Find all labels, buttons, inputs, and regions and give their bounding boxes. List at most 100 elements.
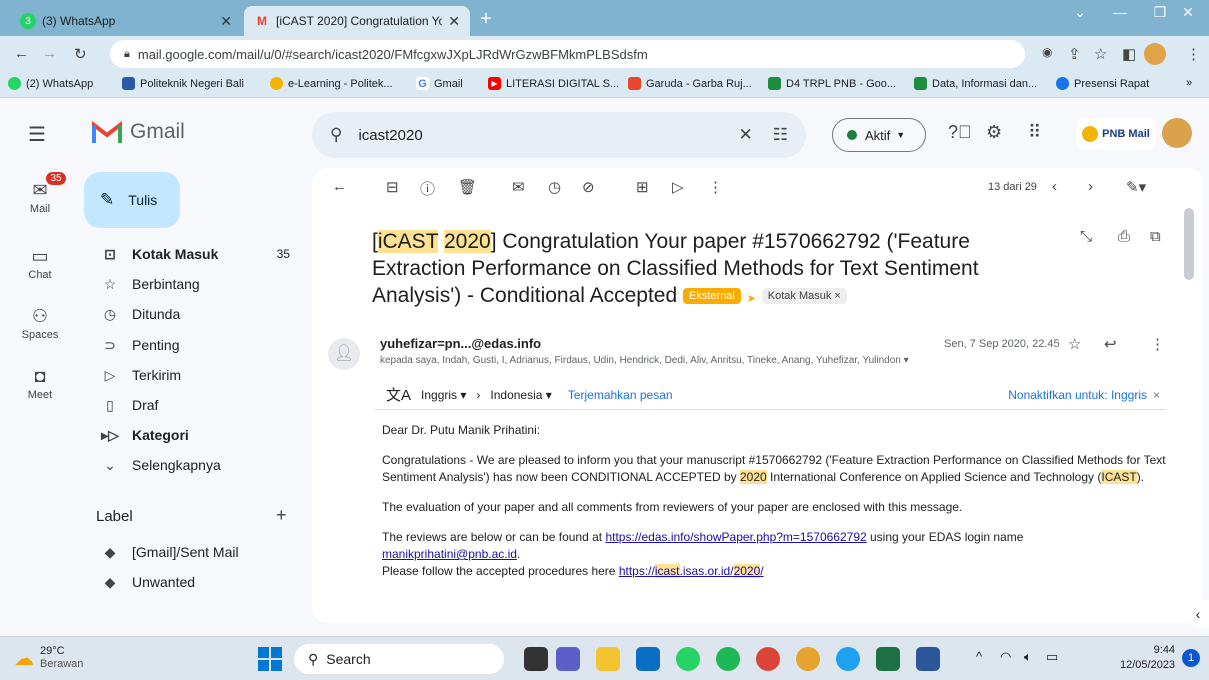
- bookmark-item[interactable]: Presensi Rapat: [1056, 77, 1149, 90]
- bookmark-item[interactable]: e-Learning - Politek...: [270, 77, 393, 90]
- address-bar[interactable]: 🔒︎ mail.google.com/mail/u/0/#search/icas…: [110, 40, 1025, 68]
- bookmarks-overflow[interactable]: »: [1186, 77, 1192, 89]
- tab-whatsapp[interactable]: 3 (3) WhatsApp ✕: [10, 6, 242, 36]
- account-avatar[interactable]: [1162, 118, 1192, 148]
- mark-unread-icon[interactable]: ✉: [512, 178, 525, 196]
- search-bar[interactable]: ⚲ icast2020 ✕ ☷: [312, 112, 806, 158]
- taskbar-search[interactable]: ⚲ Search: [294, 644, 504, 674]
- edas-paper-link[interactable]: https://edas.info/showPaper.php?m=157066…: [605, 530, 866, 544]
- next-message-icon[interactable]: ›: [1088, 178, 1093, 195]
- archive-icon[interactable]: ⊟: [386, 178, 399, 196]
- whatsapp-icon[interactable]: [676, 647, 700, 671]
- translate-message-link[interactable]: Terjemahkan pesan: [568, 388, 673, 402]
- print-icon[interactable]: ⎙: [1118, 228, 1130, 245]
- star-email-icon[interactable]: ☆: [1068, 335, 1081, 353]
- share-icon[interactable]: ⇪: [1068, 45, 1081, 63]
- volume-icon[interactable]: 🔈︎: [1024, 649, 1032, 665]
- file-explorer-icon[interactable]: [596, 647, 620, 671]
- important-marker-icon[interactable]: ➤: [747, 293, 756, 305]
- back-to-list-icon[interactable]: ←: [332, 178, 347, 195]
- label-item[interactable]: ◆ Unwanted: [82, 567, 300, 597]
- open-new-window-icon[interactable]: ⧉: [1150, 228, 1161, 245]
- eye-icon[interactable]: ◉: [1042, 45, 1052, 59]
- bookmark-item[interactable]: ▶ LITERASI DIGITAL S...: [488, 77, 619, 90]
- word-icon[interactable]: [916, 647, 940, 671]
- bookmark-item[interactable]: (2) WhatsApp: [8, 77, 93, 90]
- bookmark-item[interactable]: D4 TRPL PNB - Goo...: [768, 77, 896, 90]
- target-language-select[interactable]: Indonesia ▾: [490, 388, 551, 402]
- label-as-icon[interactable]: ▷: [672, 178, 684, 196]
- spotify-icon[interactable]: [716, 647, 740, 671]
- disable-translate-link[interactable]: Nonaktifkan untuk: Inggris: [1008, 388, 1147, 402]
- edge-icon[interactable]: [836, 647, 860, 671]
- prev-message-icon[interactable]: ‹: [1052, 178, 1057, 195]
- nav-item-starred[interactable]: ☆ Berbintang: [82, 269, 300, 299]
- chrome-icon[interactable]: [756, 647, 780, 671]
- search-input[interactable]: icast2020: [358, 127, 422, 144]
- network-wifi-icon[interactable]: ◠: [1000, 649, 1011, 665]
- rail-meet[interactable]: ◘ Meet: [0, 366, 80, 401]
- bookmark-star-icon[interactable]: ☆: [1094, 45, 1107, 63]
- reply-icon[interactable]: ↩: [1104, 335, 1117, 353]
- input-tools-icon[interactable]: ✎▾: [1126, 178, 1146, 196]
- source-language-select[interactable]: Inggris ▾: [421, 388, 466, 402]
- label-item[interactable]: ◆ [Gmail]/Sent Mail: [82, 537, 300, 567]
- teams-chat-icon[interactable]: [556, 647, 580, 671]
- settings-gear-icon[interactable]: ⚙: [986, 122, 1002, 143]
- org-badge[interactable]: PNB Mail: [1076, 118, 1156, 150]
- clear-search-icon[interactable]: ✕: [739, 125, 753, 145]
- close-icon[interactable]: ✕: [220, 13, 232, 30]
- menu-icon[interactable]: ☰: [28, 122, 46, 147]
- bookmark-item[interactable]: Garuda - Garba Ruj...: [628, 77, 752, 90]
- weather-widget[interactable]: ☁ 29°C Berawan: [14, 645, 83, 671]
- recipients-line[interactable]: kepada saya, Indah, Gusti, I, Adrianus, …: [380, 355, 909, 366]
- reload-icon[interactable]: ↻: [74, 45, 87, 63]
- filter-options-icon[interactable]: ☷: [773, 125, 788, 145]
- nav-item-snoozed[interactable]: ◷ Ditunda: [82, 299, 300, 329]
- new-tab-button[interactable]: +: [480, 8, 492, 31]
- back-icon[interactable]: ←: [14, 45, 29, 62]
- status-dropdown[interactable]: Aktif ▼: [832, 118, 926, 152]
- forward-icon[interactable]: →: [42, 45, 57, 62]
- rail-chat[interactable]: ▭ Chat: [0, 246, 80, 281]
- bookmark-item[interactable]: Data, Informasi dan...: [914, 77, 1037, 90]
- side-panel-toggle-icon[interactable]: ‹: [1186, 600, 1209, 628]
- move-to-icon[interactable]: ⊞: [636, 178, 649, 196]
- collapse-all-icon[interactable]: ⤡: [1080, 228, 1092, 245]
- add-label-button[interactable]: +: [276, 505, 287, 526]
- profile-avatar[interactable]: [1144, 43, 1166, 65]
- tab-gmail[interactable]: M [iCAST 2020] Congratulation You ✕: [244, 6, 470, 36]
- sender-avatar[interactable]: 👤︎: [328, 338, 360, 370]
- nav-item-sent[interactable]: ▷ Terkirim: [82, 360, 300, 390]
- bookmark-item[interactable]: G Gmail: [416, 77, 463, 90]
- rail-spaces[interactable]: ⚇ Spaces: [0, 306, 80, 341]
- minimize-button[interactable]: —: [1100, 4, 1140, 20]
- scrollbar-thumb[interactable]: [1184, 208, 1194, 280]
- more-vert-icon[interactable]: ⋮: [1186, 45, 1201, 63]
- rail-mail[interactable]: ✉ 35 Mail: [0, 172, 80, 215]
- apps-grid-icon[interactable]: ⠿: [1028, 122, 1041, 143]
- sender-name[interactable]: yuhefizar=pn...@edas.info: [380, 336, 541, 351]
- add-task-icon[interactable]: ⊘: [582, 178, 595, 196]
- snooze-icon[interactable]: ◷: [548, 178, 561, 196]
- window-close-button[interactable]: ✕: [1168, 4, 1208, 21]
- chrome-profile-icon[interactable]: [796, 647, 820, 671]
- bookmark-item[interactable]: Politeknik Negeri Bali: [122, 77, 244, 90]
- nav-item-categories[interactable]: ▸▷ Kategori: [82, 420, 300, 450]
- mail-app-icon[interactable]: [636, 647, 660, 671]
- nav-item-drafts[interactable]: ▯ Draf: [82, 390, 300, 420]
- nav-item-important[interactable]: ⊃ Penting: [82, 330, 300, 360]
- report-spam-icon[interactable]: ⓘ: [420, 178, 435, 199]
- login-email-link[interactable]: manikprihatini@pnb.ac.id: [382, 547, 517, 561]
- delete-icon[interactable]: 🗑︎: [458, 178, 477, 196]
- notification-badge[interactable]: 1: [1182, 649, 1200, 667]
- close-icon[interactable]: ✕: [448, 13, 460, 30]
- close-translate-icon[interactable]: ×: [1153, 388, 1160, 402]
- compose-button[interactable]: ✎ Tulis: [84, 172, 180, 228]
- help-icon[interactable]: ?⃝: [948, 122, 972, 143]
- gmail-logo[interactable]: Gmail: [92, 120, 185, 144]
- tab-search-icon[interactable]: ⌄: [1060, 4, 1100, 21]
- procedures-link[interactable]: https://icast.isas.or.id/2020/: [619, 564, 764, 578]
- inbox-chip[interactable]: Kotak Masuk ×: [761, 288, 847, 305]
- nav-item-more[interactable]: ⌄ Selengkapnya: [82, 450, 300, 480]
